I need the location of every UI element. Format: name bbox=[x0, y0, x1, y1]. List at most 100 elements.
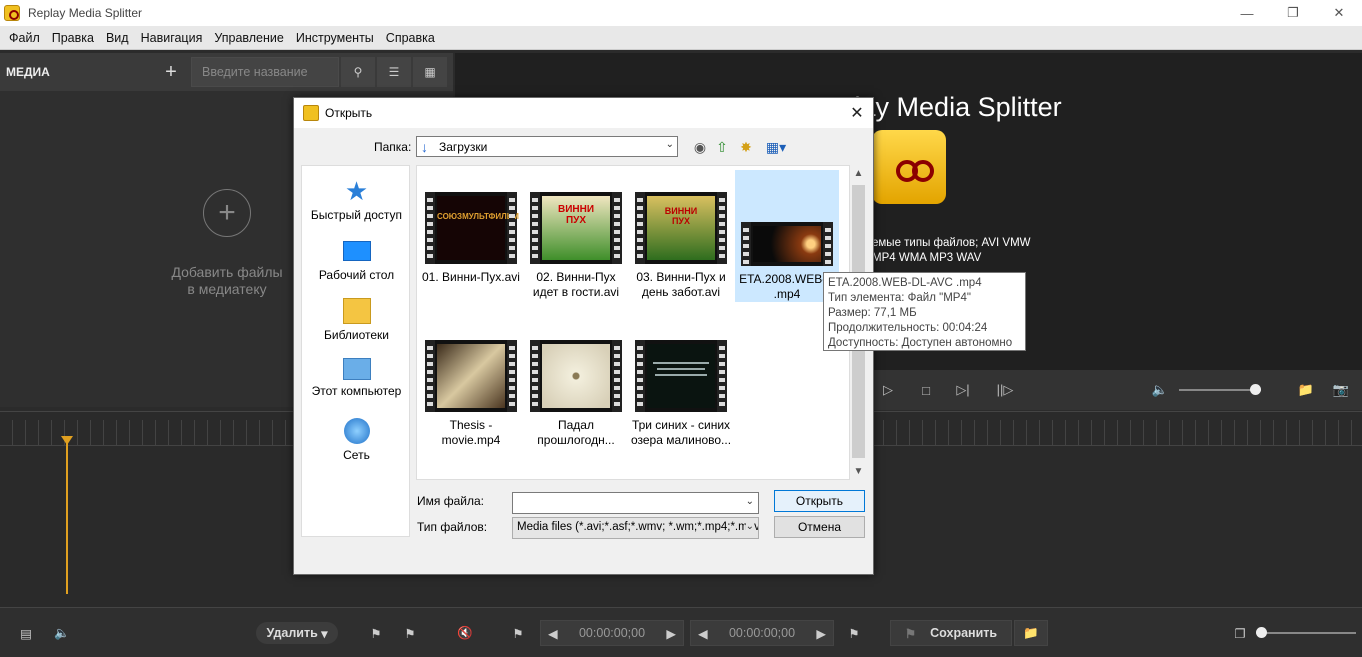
zoom-icon[interactable]: ❐ bbox=[1230, 620, 1250, 646]
places-panel: ★ Быстрый доступ Рабочий стол Библиотеки… bbox=[301, 165, 410, 537]
folder-label: Папка: bbox=[374, 140, 412, 154]
marker-out-icon[interactable]: ⚑ bbox=[400, 620, 420, 646]
video-thumbnail bbox=[635, 340, 727, 412]
scroll-up-icon[interactable]: ▲ bbox=[850, 165, 867, 182]
filetype-select[interactable]: Media files (*.avi;*.asf;*.wmv; *.wm;*.m… bbox=[512, 517, 759, 539]
file-item[interactable]: СОЮЗМУЛЬТФИЛЬМ 01. Винни-Пух.avi bbox=[419, 192, 523, 285]
file-item[interactable]: ВИННИ ПУХ 02. Винни-Пух идет в гости.avi bbox=[524, 192, 628, 300]
open-button[interactable]: Открыть bbox=[774, 490, 865, 512]
file-item[interactable]: Падал прошлогодн... bbox=[524, 340, 628, 448]
file-item[interactable]: Thesis - movie.mp4 bbox=[419, 340, 523, 448]
place-label: Библиотеки bbox=[323, 328, 389, 342]
close-window-button[interactable]: ✕ bbox=[1316, 0, 1362, 26]
network-icon bbox=[343, 418, 370, 444]
stop-icon[interactable]: □ bbox=[916, 380, 936, 400]
place-libraries[interactable]: Библиотеки bbox=[302, 298, 411, 342]
play-icon[interactable]: ▷ bbox=[878, 380, 898, 400]
libraries-icon bbox=[342, 298, 371, 324]
list-view-icon[interactable]: ☰ bbox=[377, 57, 411, 87]
filmstrip-icon[interactable]: ▤ bbox=[14, 620, 38, 646]
window-title: Replay Media Splitter bbox=[28, 6, 143, 20]
place-label: Быстрый доступ bbox=[310, 208, 403, 222]
video-thumbnail bbox=[741, 222, 833, 266]
back-icon[interactable]: ◉ bbox=[690, 137, 710, 157]
place-network[interactable]: Сеть bbox=[302, 418, 411, 462]
title-bar: Replay Media Splitter — ❐ ✕ bbox=[0, 0, 1362, 26]
desktop-icon bbox=[342, 241, 371, 261]
place-this-pc[interactable]: Этот компьютер bbox=[302, 358, 411, 398]
save-label: Сохранить bbox=[930, 626, 998, 640]
add-files-icon[interactable]: + bbox=[203, 189, 251, 237]
app-icon bbox=[4, 5, 20, 21]
end-marker-icon[interactable]: ⚑ bbox=[844, 620, 864, 646]
cancel-button[interactable]: Отмена bbox=[774, 516, 865, 538]
volume-knob[interactable] bbox=[1250, 384, 1261, 395]
menu-tools[interactable]: Инструменты bbox=[290, 31, 380, 45]
up-folder-icon[interactable]: ⇧ bbox=[712, 137, 732, 157]
add-files-text[interactable]: Добавить файлы в медиатеку bbox=[150, 264, 304, 298]
volume-slider[interactable] bbox=[1179, 389, 1261, 391]
add-files-line2: в медиатеку bbox=[187, 281, 267, 297]
volume-icon[interactable]: 🔈 bbox=[1150, 380, 1170, 400]
supported-types: емые типы файлов; AVI VMW MP4 WMA MP3 WA… bbox=[872, 236, 1031, 266]
file-item[interactable]: Три синих - синих озера малиново... bbox=[629, 340, 733, 448]
zoom-knob[interactable] bbox=[1256, 627, 1267, 638]
media-title: МЕДИА bbox=[6, 65, 50, 79]
start-marker-icon[interactable]: ⚑ bbox=[508, 620, 528, 646]
filename-dropdown-icon[interactable]: ⌄ bbox=[746, 496, 754, 507]
place-label: Сеть bbox=[343, 448, 370, 462]
end-timecode[interactable]: ◀ 00:00:00;00 ▶ bbox=[690, 620, 834, 646]
menu-navigation[interactable]: Навигация bbox=[135, 31, 209, 45]
folder-value: Загрузки bbox=[439, 139, 488, 154]
zoom-track[interactable] bbox=[1256, 627, 1356, 638]
video-thumbnail: СОЮЗМУЛЬТФИЛЬМ bbox=[425, 192, 519, 264]
search-input[interactable]: Введите название bbox=[191, 57, 339, 87]
output-folder-icon[interactable]: 📁 bbox=[1014, 620, 1048, 646]
supported-types-line2: MP4 WMA MP3 WAV bbox=[872, 252, 982, 264]
audio-icon[interactable]: 🔈 bbox=[50, 620, 74, 646]
app-logo bbox=[872, 130, 946, 204]
add-media-button[interactable]: + bbox=[155, 53, 187, 91]
menu-edit[interactable]: Правка bbox=[46, 31, 100, 45]
menu-control[interactable]: Управление bbox=[208, 31, 290, 45]
start-timecode[interactable]: ◀ 00:00:00;00 ▶ bbox=[540, 620, 684, 646]
filename-input[interactable]: ⌄ bbox=[512, 492, 759, 514]
next-frame-icon[interactable]: ▷| bbox=[953, 380, 973, 400]
filetype-label: Тип файлов: bbox=[417, 520, 488, 534]
view-menu-icon[interactable]: ▦▾ bbox=[762, 137, 790, 157]
menu-view[interactable]: Вид bbox=[100, 31, 135, 45]
place-desktop[interactable]: Рабочий стол bbox=[302, 238, 411, 282]
snapshot-icon[interactable]: 📷 bbox=[1331, 380, 1351, 400]
folder-select[interactable]: ↓ Загрузки ⌄ bbox=[416, 136, 678, 157]
chevron-down-icon[interactable]: ⌄ bbox=[666, 139, 674, 150]
menu-file[interactable]: Файл bbox=[3, 31, 46, 45]
file-name: 02. Винни-Пух bbox=[536, 270, 616, 284]
place-quick-access[interactable]: ★ Быстрый доступ bbox=[302, 178, 411, 222]
zoom-slider[interactable] bbox=[1250, 620, 1362, 646]
new-folder-icon[interactable]: ✸ bbox=[736, 137, 756, 157]
menu-bar: Файл Правка Вид Навигация Управление Инс… bbox=[0, 26, 1362, 50]
skip-end-icon[interactable]: ||▷ bbox=[995, 380, 1015, 400]
next-start-icon[interactable]: ▶ bbox=[659, 626, 683, 641]
prev-start-icon[interactable]: ◀ bbox=[541, 626, 565, 641]
prev-end-icon[interactable]: ◀ bbox=[691, 626, 715, 641]
playhead[interactable] bbox=[66, 438, 68, 594]
mute-icon[interactable]: 🔇 bbox=[454, 620, 476, 646]
folder-icon[interactable]: 📁 bbox=[1296, 380, 1316, 400]
minimize-button[interactable]: — bbox=[1224, 0, 1270, 26]
next-end-icon[interactable]: ▶ bbox=[809, 626, 833, 641]
save-button[interactable]: ⚑ Сохранить bbox=[890, 620, 1012, 646]
dialog-close-button[interactable]: ✕ bbox=[847, 103, 867, 123]
filetype-dropdown-icon[interactable]: ⌄ bbox=[745, 521, 754, 532]
file-item[interactable]: ВИННИ ПУХ 03. Винни-Пух и день забот.avi bbox=[629, 192, 733, 300]
search-icon[interactable]: ⚲ bbox=[341, 57, 375, 87]
grid-view-icon[interactable]: ▦ bbox=[413, 57, 447, 87]
video-thumbnail bbox=[530, 340, 622, 412]
menu-help[interactable]: Справка bbox=[380, 31, 441, 45]
scroll-down-icon[interactable]: ▼ bbox=[850, 463, 867, 480]
marker-in-icon[interactable]: ⚑ bbox=[366, 620, 386, 646]
tooltip-line: Размер: 77,1 МБ bbox=[828, 307, 917, 319]
delete-button[interactable]: Удалить ▾ bbox=[256, 622, 338, 644]
maximize-button[interactable]: ❐ bbox=[1270, 0, 1316, 26]
file-name-2: озера малиново... bbox=[630, 433, 732, 447]
